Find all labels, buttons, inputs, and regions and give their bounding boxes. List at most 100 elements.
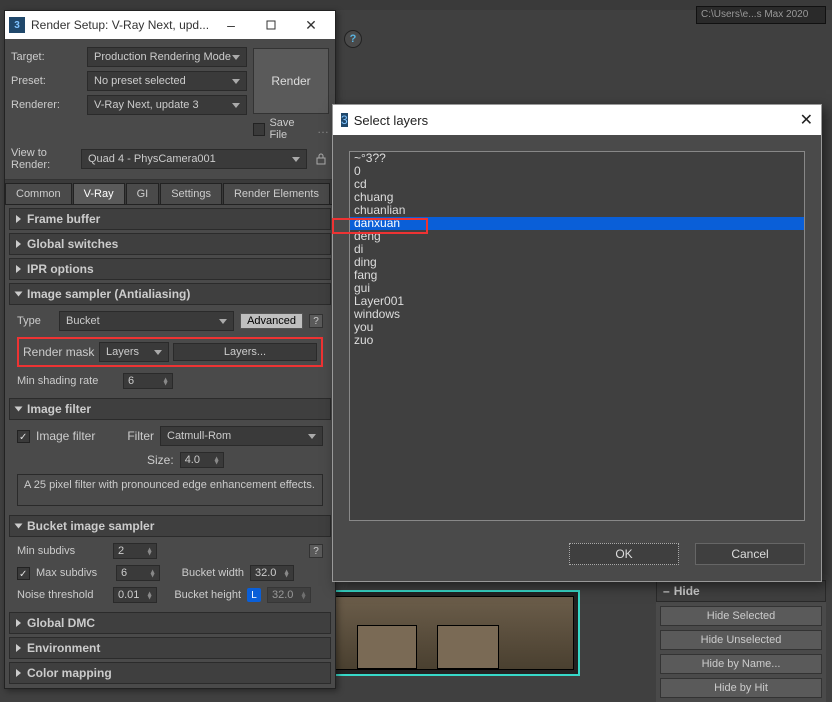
- max-subdivs-value: 6: [121, 567, 127, 579]
- layer-item[interactable]: chuanlian: [350, 204, 804, 217]
- rollout-image-filter[interactable]: Image filter: [9, 398, 331, 420]
- layer-item[interactable]: windows: [350, 308, 804, 321]
- rollout-color-mapping[interactable]: Color mapping: [9, 662, 331, 684]
- layer-item[interactable]: zuo: [350, 334, 804, 347]
- preset-dropdown[interactable]: No preset selected: [87, 71, 247, 91]
- tab-gi[interactable]: GI: [126, 183, 160, 204]
- cancel-button[interactable]: Cancel: [695, 543, 805, 565]
- rollout-global-dmc[interactable]: Global DMC: [9, 612, 331, 634]
- renderer-dropdown[interactable]: V-Ray Next, update 3: [87, 95, 247, 115]
- hide-rollout: – Hide Hide Selected Hide Unselected Hid…: [656, 580, 826, 702]
- layer-item[interactable]: deng: [350, 230, 804, 243]
- noise-threshold-spinner[interactable]: 0.01: [113, 587, 157, 603]
- bucket-height-value: 32.0: [272, 589, 293, 601]
- rollout-ipr-options[interactable]: IPR options: [9, 258, 331, 280]
- rollout-color-mapping-title: Color mapping: [27, 666, 112, 680]
- ellipsis-icon[interactable]: …: [317, 122, 329, 136]
- view-to-render-value: Quad 4 - PhysCamera001: [88, 153, 216, 165]
- layer-item[interactable]: you: [350, 321, 804, 334]
- sampler-type-dropdown[interactable]: Bucket: [59, 311, 234, 331]
- filter-type-value: Catmull-Rom: [167, 430, 231, 442]
- render-mask-row-highlight: Render mask Layers Layers...: [17, 337, 323, 367]
- max-subdivs-label: Max subdivs: [36, 567, 110, 579]
- rollout-environment[interactable]: Environment: [9, 637, 331, 659]
- filter-size-spinner[interactable]: 4.0: [180, 452, 224, 468]
- filter-type-dropdown[interactable]: Catmull-Rom: [160, 426, 323, 446]
- layer-item[interactable]: ding: [350, 256, 804, 269]
- layer-item[interactable]: ~°3??: [350, 152, 804, 165]
- noise-threshold-value: 0.01: [118, 589, 139, 601]
- rollout-image-sampler[interactable]: Image sampler (Antialiasing): [9, 283, 331, 305]
- minimize-button[interactable]: –: [211, 11, 251, 39]
- rollout-global-dmc-title: Global DMC: [27, 616, 95, 630]
- project-path-field[interactable]: C:\Users\e...s Max 2020: [696, 6, 826, 24]
- bucket-width-value: 32.0: [255, 567, 276, 579]
- close-icon[interactable]: ✕: [800, 110, 813, 130]
- help-icon[interactable]: ?: [344, 30, 362, 48]
- layer-item[interactable]: di: [350, 243, 804, 256]
- min-subdivs-spinner[interactable]: 2: [113, 543, 157, 559]
- layer-item[interactable]: Layer001: [350, 295, 804, 308]
- render-mask-value: Layers: [106, 346, 139, 358]
- render-setup-window: 3 Render Setup: V-Ray Next, upd... – ✕ T…: [4, 10, 336, 689]
- select-layers-title: Select layers: [354, 113, 800, 128]
- scene-object: [437, 625, 499, 669]
- layer-item[interactable]: chuang: [350, 191, 804, 204]
- type-label: Type: [17, 315, 53, 327]
- bucket-width-spinner[interactable]: 32.0: [250, 565, 294, 581]
- render-button[interactable]: Render: [253, 48, 329, 114]
- layers-button[interactable]: Layers...: [173, 343, 317, 361]
- maximize-button[interactable]: [251, 11, 291, 39]
- hide-by-hit-button[interactable]: Hide by Hit: [660, 678, 822, 698]
- sampler-type-value: Bucket: [66, 315, 100, 327]
- layer-item[interactable]: cd: [350, 178, 804, 191]
- rollout-frame-buffer[interactable]: Frame buffer: [9, 208, 331, 230]
- rollout-ipr-options-title: IPR options: [27, 262, 94, 276]
- render-mask-dropdown[interactable]: Layers: [99, 342, 169, 362]
- app-icon: 3: [9, 17, 25, 33]
- tab-vray[interactable]: V-Ray: [73, 183, 125, 204]
- bucket-width-label: Bucket width: [166, 567, 244, 579]
- render-setup-tabs: Common V-Ray GI Settings Render Elements: [5, 180, 335, 205]
- minus-icon: –: [663, 584, 670, 598]
- render-setup-titlebar[interactable]: 3 Render Setup: V-Ray Next, upd... – ✕: [5, 11, 335, 39]
- filter-size-label: Size:: [147, 453, 174, 467]
- max-subdivs-checkbox[interactable]: [17, 567, 30, 580]
- layer-item[interactable]: fang: [350, 269, 804, 282]
- hide-by-name-button[interactable]: Hide by Name...: [660, 654, 822, 674]
- target-dropdown[interactable]: Production Rendering Mode: [87, 47, 247, 67]
- select-layers-titlebar[interactable]: 3 Select layers ✕: [333, 105, 821, 135]
- rollout-bucket-sampler[interactable]: Bucket image sampler: [9, 515, 331, 537]
- tab-settings[interactable]: Settings: [160, 183, 222, 204]
- min-shading-rate-label: Min shading rate: [17, 375, 117, 387]
- layer-item[interactable]: danxuan: [350, 217, 804, 230]
- tab-render-elements[interactable]: Render Elements: [223, 183, 330, 204]
- advanced-button[interactable]: Advanced: [240, 313, 303, 329]
- ok-button[interactable]: OK: [569, 543, 679, 565]
- render-mask-label: Render mask: [23, 345, 95, 359]
- hide-rollout-header[interactable]: – Hide: [656, 580, 826, 602]
- rollout-image-filter-title: Image filter: [27, 402, 91, 416]
- app-icon: 3: [341, 113, 348, 127]
- layer-item[interactable]: 0: [350, 165, 804, 178]
- view-to-render-dropdown[interactable]: Quad 4 - PhysCamera001: [81, 149, 307, 169]
- image-filter-checkbox[interactable]: [17, 430, 30, 443]
- max-subdivs-spinner[interactable]: 6: [116, 565, 160, 581]
- rollout-global-switches[interactable]: Global switches: [9, 233, 331, 255]
- close-button[interactable]: ✕: [291, 11, 331, 39]
- help-icon[interactable]: ?: [309, 314, 323, 328]
- help-icon[interactable]: ?: [309, 544, 323, 558]
- layer-item[interactable]: gui: [350, 282, 804, 295]
- tab-common[interactable]: Common: [5, 183, 72, 204]
- hide-selected-button[interactable]: Hide Selected: [660, 606, 822, 626]
- lock-icon[interactable]: [313, 151, 329, 167]
- min-shading-rate-spinner[interactable]: 6: [123, 373, 173, 389]
- rollout-environment-title: Environment: [27, 641, 100, 655]
- hide-unselected-button[interactable]: Hide Unselected: [660, 630, 822, 650]
- lock-aspect-icon[interactable]: L: [247, 588, 261, 602]
- layers-listbox[interactable]: ~°3??0cdchuangchuanliandanxuandengdiding…: [349, 151, 805, 521]
- save-file-checkbox[interactable]: [253, 123, 265, 136]
- bucket-height-label: Bucket height: [163, 589, 241, 601]
- preset-label: Preset:: [11, 75, 81, 87]
- image-filter-checkbox-label: Image filter: [36, 429, 116, 443]
